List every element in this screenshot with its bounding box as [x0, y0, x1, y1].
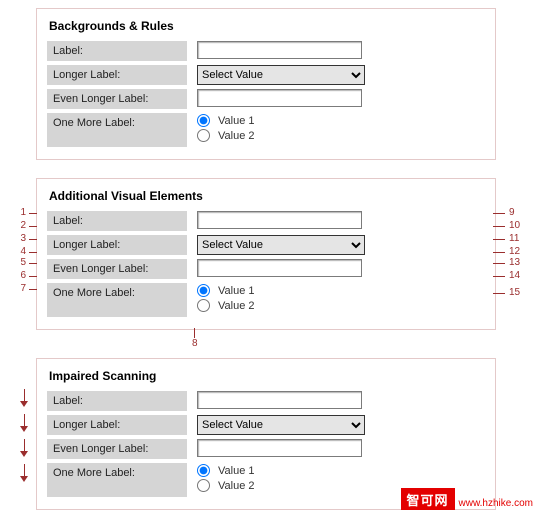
radio-label: Value 1 — [218, 115, 255, 127]
callout-12: 12 — [493, 247, 529, 257]
callout-7: 7 — [15, 284, 37, 294]
form-row: Even Longer Label: — [47, 257, 485, 281]
callout-5: 5 — [15, 258, 37, 268]
label-input[interactable] — [197, 211, 362, 229]
even-longer-label-input[interactable] — [197, 259, 362, 277]
even-longer-label-text: Even Longer Label: — [47, 439, 187, 459]
form-row: Label: — [47, 39, 485, 63]
callout-6: 6 — [15, 271, 37, 281]
label-input[interactable] — [197, 391, 362, 409]
value1-radio[interactable] — [197, 114, 210, 127]
callout-3: 3 — [15, 234, 37, 244]
panel-backgrounds-rules: Backgrounds & Rules Label: Longer Label:… — [36, 8, 496, 160]
arrow-down-icon — [17, 389, 31, 407]
callout-10: 10 — [493, 221, 529, 231]
brand-badge: 智可网 — [401, 488, 455, 510]
callout-2: 2 — [15, 221, 37, 231]
longer-label-text: Longer Label: — [47, 235, 187, 255]
label-input[interactable] — [197, 41, 362, 59]
panel-title: Backgrounds & Rules — [49, 19, 485, 33]
even-longer-label-text: Even Longer Label: — [47, 259, 187, 279]
even-longer-label-text: Even Longer Label: — [47, 89, 187, 109]
callout-11: 11 — [493, 234, 529, 244]
form-row: One More Label: Value 1 Value 2 — [47, 111, 485, 149]
arrow-down-icon — [17, 414, 31, 432]
form-row: Longer Label: Select Value — [47, 413, 485, 437]
radio-label: Value 2 — [218, 480, 255, 492]
longer-label-text: Longer Label: — [47, 65, 187, 85]
panel-title: Additional Visual Elements — [49, 189, 485, 203]
value2-radio[interactable] — [197, 129, 210, 142]
one-more-label-text: One More Label: — [47, 283, 187, 317]
one-more-label-text: One More Label: — [47, 463, 187, 497]
form-row: Longer Label: Select Value — [47, 63, 485, 87]
callout-8: 8 — [192, 328, 198, 349]
radio-label: Value 1 — [218, 285, 255, 297]
value2-radio[interactable] — [197, 299, 210, 312]
even-longer-label-input[interactable] — [197, 89, 362, 107]
select-value-dropdown[interactable]: Select Value — [197, 235, 365, 255]
callout-15: 15 — [493, 288, 529, 298]
select-value-dropdown[interactable]: Select Value — [197, 415, 365, 435]
callout-13: 13 — [493, 258, 529, 268]
form-row: One More Label: Value 1 Value 2 — [47, 281, 485, 319]
select-value-dropdown[interactable]: Select Value — [197, 65, 365, 85]
even-longer-label-input[interactable] — [197, 439, 362, 457]
label-text: Label: — [47, 41, 187, 61]
panel-title: Impaired Scanning — [49, 369, 485, 383]
form-row: Even Longer Label: — [47, 87, 485, 111]
value1-radio[interactable] — [197, 284, 210, 297]
value1-radio[interactable] — [197, 464, 210, 477]
arrow-down-icon — [17, 464, 31, 482]
radio-label: Value 2 — [218, 300, 255, 312]
label-text: Label: — [47, 391, 187, 411]
site-watermark: 智可网 www.hzhike.com — [401, 488, 533, 510]
arrow-down-icon — [17, 439, 31, 457]
radio-label: Value 1 — [218, 465, 255, 477]
panel-additional-visual-elements: Additional Visual Elements 1 2 3 4 5 6 7… — [36, 178, 496, 330]
callout-4: 4 — [15, 247, 37, 257]
form-row: Even Longer Label: — [47, 437, 485, 461]
callout-9: 9 — [493, 208, 529, 218]
callout-14: 14 — [493, 271, 529, 281]
form-row: Label: — [47, 389, 485, 413]
value2-radio[interactable] — [197, 479, 210, 492]
label-text: Label: — [47, 211, 187, 231]
one-more-label-text: One More Label: — [47, 113, 187, 147]
callout-1: 1 — [15, 208, 37, 218]
form-row: Longer Label: Select Value — [47, 233, 485, 257]
radio-label: Value 2 — [218, 130, 255, 142]
form-row: Label: — [47, 209, 485, 233]
longer-label-text: Longer Label: — [47, 415, 187, 435]
